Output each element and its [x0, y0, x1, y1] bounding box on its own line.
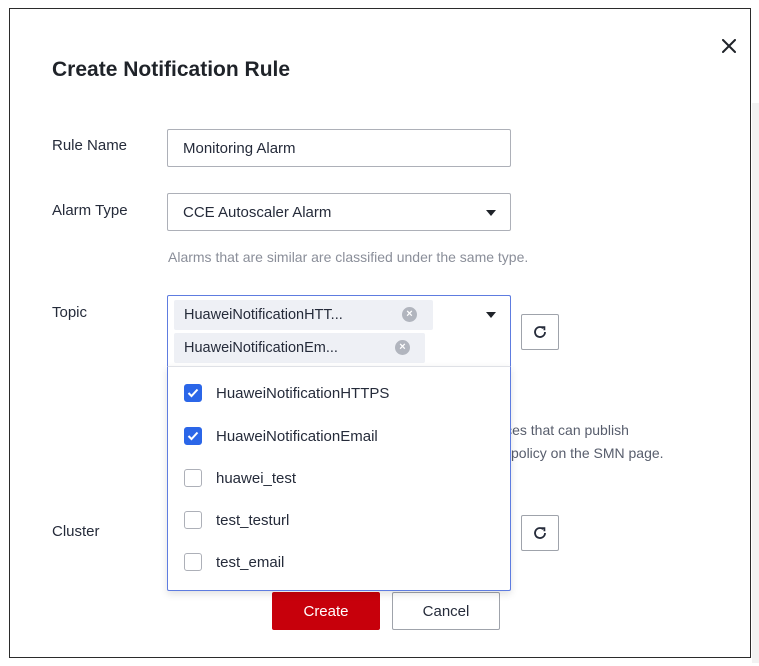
refresh-topic-button[interactable]	[521, 314, 559, 350]
topic-hint-line-1: vices that can publish	[495, 422, 629, 438]
checkbox-unchecked-icon[interactable]	[184, 511, 202, 529]
dialog-title: Create Notification Rule	[52, 58, 291, 81]
rule-name-label: Rule Name	[52, 137, 128, 154]
topic-option-label: HuaweiNotificationEmail	[216, 427, 378, 445]
checkbox-checked-icon[interactable]	[184, 427, 202, 445]
topic-hint-line-2: ic policy on the SMN page.	[497, 445, 664, 461]
refresh-icon	[534, 527, 546, 539]
topic-dropdown: HuaweiNotificationHTTPS HuaweiNotificati…	[167, 366, 511, 591]
refresh-cluster-button[interactable]	[521, 515, 559, 551]
chevron-down-icon	[486, 312, 496, 318]
cluster-label: Cluster	[52, 523, 100, 540]
topic-option-label: test_testurl	[216, 511, 290, 529]
background-edge	[752, 103, 759, 663]
topic-option[interactable]: test_email	[168, 541, 510, 583]
topic-tag-label: HuaweiNotificationHTT...	[184, 307, 343, 323]
topic-option-label: test_email	[216, 553, 285, 571]
checkbox-checked-icon[interactable]	[184, 384, 202, 402]
topic-option-label: huawei_test	[216, 469, 297, 487]
cancel-button[interactable]: Cancel	[392, 592, 500, 630]
checkbox-unchecked-icon[interactable]	[184, 469, 202, 487]
refresh-icon	[534, 326, 546, 338]
checkbox-unchecked-icon[interactable]	[184, 553, 202, 571]
remove-tag-icon[interactable]: ×	[402, 307, 417, 322]
chevron-down-icon	[486, 210, 496, 216]
close-button[interactable]	[719, 36, 739, 56]
topic-label: Topic	[52, 304, 88, 321]
topic-option[interactable]: HuaweiNotificationEmail	[168, 415, 510, 457]
alarm-type-label: Alarm Type	[52, 202, 128, 219]
topic-tag: HuaweiNotificationEm...	[174, 333, 425, 363]
topic-option-label: HuaweiNotificationHTTPS	[216, 384, 390, 402]
close-icon	[722, 39, 736, 53]
alarm-type-select[interactable]: CCE Autoscaler Alarm	[167, 193, 511, 231]
topic-option[interactable]: huawei_test	[168, 457, 510, 499]
topic-option[interactable]: HuaweiNotificationHTTPS	[168, 372, 510, 414]
create-button[interactable]: Create	[272, 592, 380, 630]
remove-tag-icon[interactable]: ×	[395, 340, 410, 355]
alarm-type-value: CCE Autoscaler Alarm	[183, 203, 332, 221]
rule-name-value: Monitoring Alarm	[183, 139, 296, 157]
topic-tag-label: HuaweiNotificationEm...	[184, 340, 338, 356]
topic-option[interactable]: test_testurl	[168, 499, 510, 541]
alarm-type-hint: Alarms that are similar are classified u…	[168, 249, 529, 265]
topic-tag: HuaweiNotificationHTT...	[174, 300, 433, 330]
rule-name-input[interactable]: Monitoring Alarm	[167, 129, 511, 167]
